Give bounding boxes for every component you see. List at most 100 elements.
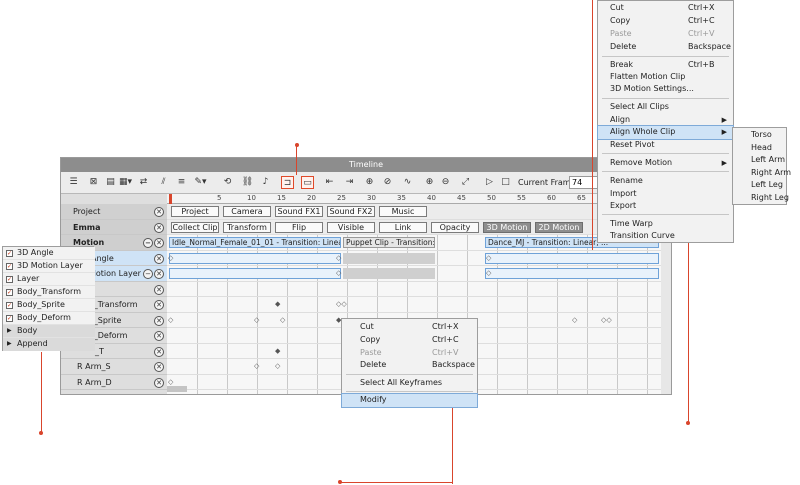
keyframe[interactable]: ◆	[275, 347, 280, 355]
close-icon[interactable]: ✕	[154, 207, 164, 217]
track-project[interactable]: Project ✕	[61, 204, 167, 220]
keyframe[interactable]: ◇	[336, 269, 341, 277]
layer-group-body[interactable]: ▶ Body	[3, 325, 95, 338]
transform-button[interactable]: Transform	[223, 221, 271, 233]
collect-clip-button[interactable]: Collect Clip	[171, 221, 219, 233]
menu-item-cut[interactable]: Cut Ctrl+X	[598, 2, 733, 15]
menu-item-align-whole-clip[interactable]: Align Whole Clip ▶	[597, 125, 734, 140]
zoom-in-icon[interactable]: ⊕	[423, 176, 436, 189]
layer-item-body-deform[interactable]: ✓ Body_Deform	[3, 312, 95, 325]
menu-item-select-all-keyframes[interactable]: Select All Keyframes	[342, 377, 477, 390]
checkbox-checked-icon[interactable]: ✓	[6, 276, 13, 283]
menu-item-import[interactable]: Import	[598, 188, 733, 201]
3d-motion-button[interactable]: 3D Motion	[483, 221, 531, 233]
menu-item-3d-motion-settings[interactable]: 3D Motion Settings...	[598, 83, 733, 96]
close-icon[interactable]: ✕	[154, 346, 164, 357]
zoom-out-icon[interactable]: ⊖	[439, 176, 452, 189]
layer-group-append[interactable]: ▶ Append	[3, 338, 95, 351]
keyframe[interactable]: ◇	[168, 316, 173, 324]
menu-item-remove-motion[interactable]: Remove Motion ▶	[598, 157, 733, 170]
keyframe[interactable]: ◇	[336, 254, 341, 262]
close-icon[interactable]: ✕	[154, 377, 164, 388]
menu-item-align[interactable]: Align ▶	[598, 114, 733, 127]
close-icon[interactable]: ✕	[154, 253, 164, 264]
layer-item-3d-angle[interactable]: ✓ 3D Angle	[3, 247, 95, 260]
list-icon[interactable]: ≡	[175, 176, 188, 189]
close-icon[interactable]: ✕	[154, 222, 164, 233]
submenu-item-right-arm[interactable]: Right Arm	[733, 167, 791, 180]
keyframe[interactable]: ◇	[275, 362, 280, 370]
menu-item-delete[interactable]: Delete Backspace	[598, 41, 733, 54]
keyframe[interactable]: ◇	[486, 269, 491, 277]
loop-icon[interactable]: ⟲	[221, 176, 234, 189]
flip-button[interactable]: Flip	[275, 221, 323, 233]
menu-item-export[interactable]: Export	[598, 200, 733, 213]
play-icon[interactable]: ▷	[483, 176, 496, 189]
layer-item-layer[interactable]: ✓ Layer	[3, 273, 95, 286]
submenu-item-torso[interactable]: Torso	[733, 129, 786, 142]
checkbox-checked-icon[interactable]: ✓	[6, 250, 13, 257]
frame-ruler[interactable]: 5 10 15 20 25 30 35 40 45 50 55 60 65 70	[167, 194, 661, 204]
menu-item-reset-pivot[interactable]: Reset Pivot	[598, 139, 733, 152]
keyframe[interactable]: ◇◇	[601, 316, 612, 324]
checkbox-checked-icon[interactable]: ✓	[6, 315, 13, 322]
keyframe[interactable]: ◇	[254, 316, 259, 324]
layer-item-3d-motion-layer[interactable]: ✓ 3D Motion Layer	[3, 260, 95, 273]
collapse-circle-icon[interactable]: −	[143, 238, 153, 248]
track-emma[interactable]: Emma ✕	[61, 219, 167, 235]
current-frame-input[interactable]	[569, 176, 599, 189]
expand-arrow-icon[interactable]: ▶	[7, 338, 12, 351]
submenu-item-left-arm[interactable]: Left Arm	[733, 154, 786, 167]
menu-item-rename[interactable]: Rename	[598, 175, 733, 188]
keyframe[interactable]: ◇	[168, 254, 173, 262]
remove-key-icon[interactable]: ⊘	[381, 176, 394, 189]
track-list-icon[interactable]: ☰	[67, 176, 80, 189]
sound-fx2-button[interactable]: Sound FX2	[327, 206, 375, 217]
menu-item-time-warp[interactable]: Time Warp	[598, 218, 733, 231]
keyframe[interactable]: ◇◇	[336, 300, 347, 308]
menu-item-copy[interactable]: Copy Ctrl+C	[598, 15, 733, 28]
track-r-arm-d[interactable]: R Arm_D ✕	[61, 375, 167, 390]
key-icon[interactable]: ⊐	[281, 176, 294, 189]
collapse-circle-icon[interactable]: −	[143, 269, 153, 279]
keyframe[interactable]: ◇	[280, 316, 285, 324]
keyframe[interactable]: ◇	[168, 378, 173, 386]
close-icon[interactable]: ✕	[154, 269, 164, 279]
checkbox-checked-icon[interactable]: ✓	[6, 289, 13, 296]
next-key-icon[interactable]: ⇥	[343, 176, 356, 189]
layer-icon[interactable]: ▤	[104, 176, 117, 189]
menu-item-copy[interactable]: Copy Ctrl+C	[342, 334, 477, 347]
close-icon[interactable]: ✕	[154, 362, 164, 372]
track-r-arm-s[interactable]: R Arm_S ✕	[61, 359, 167, 375]
puppet-clip[interactable]: Puppet Clip - Transition: ...	[343, 237, 435, 248]
link-button[interactable]: Link	[379, 221, 427, 233]
idle-clip[interactable]: Idle_Normal_Female_01_01 - Transition: L…	[169, 237, 341, 248]
menu-item-modify[interactable]: Modify	[341, 393, 478, 408]
keyframe[interactable]: ◆	[275, 300, 280, 308]
close-icon[interactable]: ✕	[154, 331, 164, 341]
layer-item-body-transform[interactable]: ✓ Body_Transform	[3, 286, 95, 299]
checkbox-checked-icon[interactable]: ✓	[6, 263, 13, 270]
keyframe[interactable]: ◇	[572, 316, 577, 324]
opacity-button[interactable]: Opacity	[431, 221, 479, 233]
menu-item-flatten[interactable]: Flatten Motion Clip	[598, 71, 733, 84]
add-key-icon[interactable]: ⊕	[363, 176, 376, 189]
close-icon[interactable]: ✕	[154, 238, 164, 248]
menu-item-paste[interactable]: Paste Ctrl+V	[342, 347, 477, 360]
menu-item-break[interactable]: Break Ctrl+B	[598, 59, 733, 72]
project-button[interactable]: Project	[171, 206, 219, 217]
stop-icon[interactable]: □	[499, 176, 512, 189]
close-icon[interactable]: ✕	[154, 284, 164, 295]
split-icon[interactable]: ⫽	[157, 176, 170, 189]
collapse-icon[interactable]: ⊠	[87, 176, 100, 189]
2d-motion-button[interactable]: 2D Motion	[535, 221, 583, 233]
menu-item-select-all-clips[interactable]: Select All Clips	[598, 101, 733, 114]
audio-icon[interactable]: ♪	[259, 176, 272, 189]
camera-button[interactable]: Camera	[223, 206, 271, 217]
submenu-item-left-leg[interactable]: Left Leg	[733, 179, 786, 192]
record-icon[interactable]: ▭	[301, 176, 314, 189]
menu-item-paste[interactable]: Paste Ctrl+V	[598, 28, 733, 41]
close-icon[interactable]: ✕	[154, 315, 164, 326]
menu-item-delete[interactable]: Delete Backspace	[342, 359, 477, 372]
sound-fx1-button[interactable]: Sound FX1	[275, 206, 323, 217]
